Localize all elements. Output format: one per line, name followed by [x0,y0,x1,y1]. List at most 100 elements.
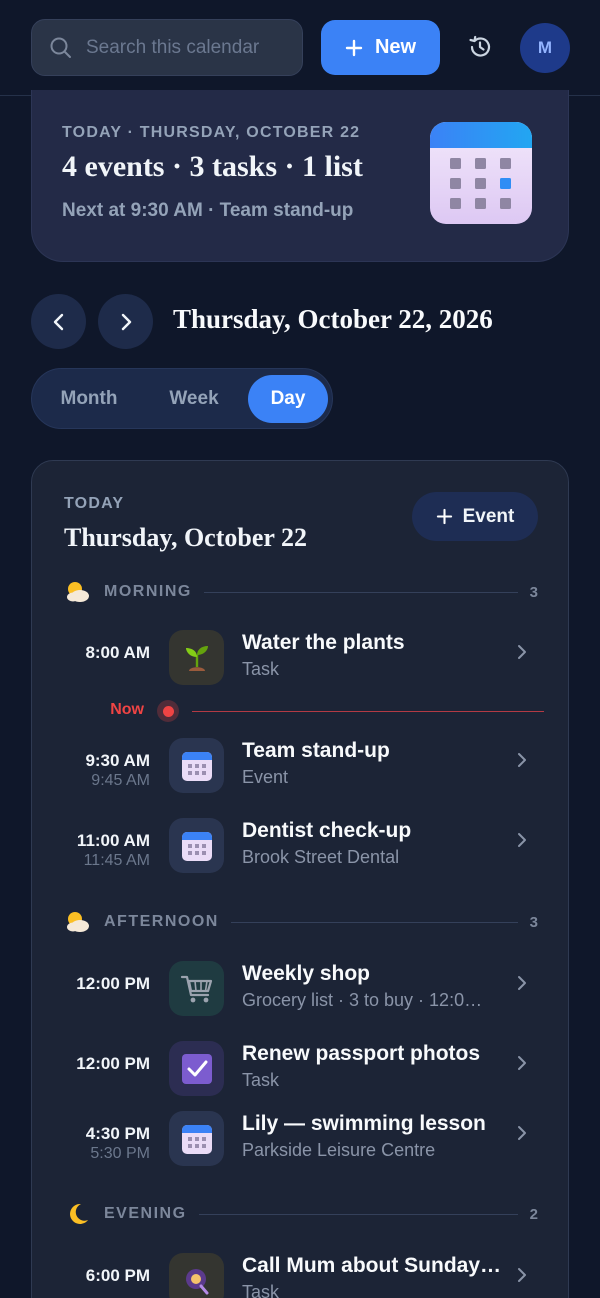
avatar[interactable]: M [520,23,570,73]
item-time: 8:00 AM [85,643,150,662]
item-icon [169,1253,224,1298]
now-line [192,711,544,712]
seedling-icon [185,645,208,671]
section-count: 3 [529,913,538,931]
item-title: Team stand-up [242,739,390,762]
item-title: Water the plants [242,631,405,654]
view-switcher: Month Week Day [31,368,333,429]
add-event-label: Event [462,505,515,527]
item-icon [169,738,224,793]
chevron-right-icon [121,313,131,330]
item-time: 4:30 PM [85,1124,150,1143]
item-icon [169,1111,224,1166]
chevron-right-icon [518,1268,526,1282]
calendar-icon [430,122,532,224]
item-title: Renew passport photos [242,1042,481,1065]
item-time: 11:00 AM [76,831,150,850]
section-label: AFTERNOON [104,913,219,930]
item-subtitle: Task [242,1070,280,1090]
section-divider [198,1213,518,1215]
item-icon [169,1041,224,1096]
calendar-icon [181,831,212,861]
item-time: 12:00 PM [76,974,150,993]
item-end-time: 5:30 PM [90,1145,150,1162]
panel-eyebrow: TODAY [64,495,125,512]
section-morning: MORNING 3 [64,579,538,605]
calendar-icon [181,1124,212,1154]
new-button[interactable]: New [321,20,440,75]
item-subtitle: Task [242,659,280,679]
agenda-item[interactable]: 9:30 AM 9:45 AM Team stand-up Event [32,738,568,819]
item-subtitle: Task [242,1282,280,1298]
summary-card: TODAY · THURSDAY, OCTOBER 22 4 events · … [31,90,569,262]
agenda-item[interactable]: 4:30 PM 5:30 PM Lily — swimming lesson P… [32,1111,568,1192]
tab-week[interactable]: Week [150,375,238,423]
item-end-time: 9:45 AM [91,772,150,789]
calendar-icon [181,751,212,781]
now-label: Now [110,701,144,718]
search-box[interactable] [31,19,303,76]
previous-day-button[interactable] [31,294,86,349]
item-time: 9:30 AM [85,751,150,770]
agenda-item[interactable]: 12:00 PM Weekly shop Grocery list · 3 to… [32,961,568,1042]
item-icon [169,818,224,873]
panel-title: Thursday, October 22 [64,523,307,552]
agenda-item[interactable]: 6:00 PM Call Mum about Sunday lunch Task [32,1253,568,1298]
item-title: Lily — swimming lesson [242,1112,486,1135]
item-subtitle: Grocery list · 3 to buy · 12:00 PM [242,990,492,1010]
section-divider [230,921,518,923]
shopping-cart-icon [180,975,212,1002]
chevron-right-icon [518,645,526,659]
item-title: Weekly shop [242,962,370,985]
chevron-right-icon [518,976,526,990]
plus-icon [436,508,452,525]
item-icon [169,961,224,1016]
section-label: EVENING [104,1205,187,1222]
tab-month[interactable]: Month [44,375,134,423]
item-title: Call Mum about Sunday lunch [242,1254,502,1277]
section-divider [203,591,518,593]
section-afternoon: AFTERNOON 3 [64,909,538,935]
top-bar: New M [0,0,600,96]
history-icon [469,35,491,57]
item-end-time: 11:45 AM [83,852,150,869]
section-evening: EVENING 2 [64,1201,538,1227]
avatar-initial: M [537,38,553,57]
item-icon [169,630,224,685]
phone-icon [185,1268,208,1294]
plus-icon [345,39,363,56]
current-date-title: Thursday, October 22, 2026 [173,304,493,334]
sun-behind-cloud-icon [67,912,89,932]
section-count: 2 [529,1205,538,1223]
check-box-icon [181,1053,212,1084]
summary-title: 4 events · 3 tasks · 1 list [62,150,363,183]
search-input[interactable] [86,36,276,59]
next-day-button[interactable] [98,294,153,349]
day-agenda-panel: TODAY Thursday, October 22 Event MORNING… [31,460,569,1298]
chevron-right-icon [518,753,526,767]
chevron-left-icon [53,313,63,330]
item-subtitle: Parkside Leisure Centre [242,1140,436,1160]
search-icon [50,37,71,58]
chevron-right-icon [518,833,526,847]
add-event-button[interactable]: Event [412,492,538,541]
summary-next: Next at 9:30 AM · Team stand-up [62,200,354,221]
item-subtitle: Brook Street Dental [242,847,400,867]
agenda-item[interactable]: 11:00 AM 11:45 AM Dentist check-up Brook… [32,818,568,899]
item-time: 6:00 PM [85,1266,150,1285]
chevron-right-icon [518,1126,526,1140]
section-count: 3 [529,583,538,601]
now-indicator: Now [32,699,568,723]
item-time: 12:00 PM [76,1054,150,1073]
history-button[interactable] [458,24,502,70]
summary-eyebrow: TODAY · THURSDAY, OCTOBER 22 [62,124,361,141]
chevron-right-icon [518,1056,526,1070]
now-dot [157,700,179,722]
tab-day[interactable]: Day [248,375,328,423]
section-label: MORNING [104,583,192,600]
item-title: Dentist check-up [242,819,412,842]
crescent-moon-icon [70,1203,88,1224]
sun-behind-cloud-icon [67,582,89,602]
new-button-label: New [374,36,417,58]
item-subtitle: Event [242,767,289,787]
